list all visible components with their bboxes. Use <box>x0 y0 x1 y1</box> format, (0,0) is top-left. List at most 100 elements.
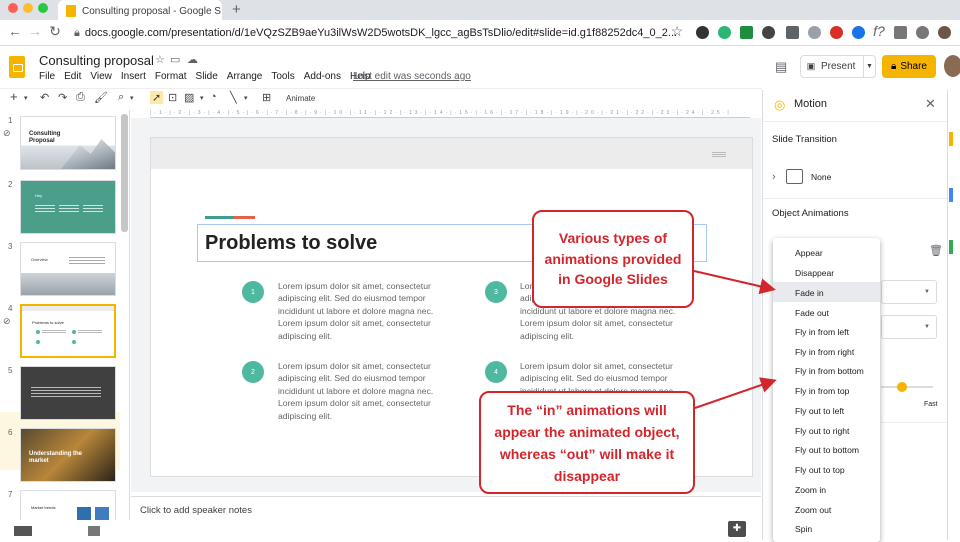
avatar[interactable] <box>944 55 960 77</box>
chevron-down-icon[interactable]: ▾ <box>244 94 248 102</box>
extension-icon[interactable] <box>808 26 821 39</box>
keep-icon[interactable] <box>949 240 953 254</box>
tasks-icon[interactable] <box>949 188 953 202</box>
slide-thumbnail-6[interactable]: Understanding the market <box>20 428 116 482</box>
menu-slide[interactable]: Slide <box>196 71 218 82</box>
slide-thumbnail-5[interactable] <box>20 366 116 420</box>
speaker-notes-placeholder[interactable]: Click to add speaker notes <box>140 505 252 516</box>
slide-thumbnail-4[interactable]: Problems to solve <box>20 304 116 358</box>
chevron-down-icon[interactable]: ▾ <box>200 94 204 102</box>
slide-thumbnail-7[interactable]: Market trends <box>20 490 116 520</box>
calendar-icon[interactable] <box>949 132 953 146</box>
menu-arrange[interactable]: Arrange <box>227 71 263 82</box>
new-slide-icon[interactable]: + <box>10 89 18 104</box>
close-window-icon[interactable] <box>8 3 18 13</box>
zoom-icon[interactable]: ⌕ <box>118 91 124 104</box>
delete-animation-icon[interactable]: 🗑︎ <box>929 244 943 257</box>
grid-view-icon[interactable] <box>14 526 32 536</box>
extension-icon[interactable] <box>696 26 709 39</box>
undo-icon[interactable]: ↶ <box>40 91 49 104</box>
shape-icon[interactable]: ◔ <box>210 91 217 103</box>
option-fly-in-left[interactable]: Fly in from left <box>795 327 849 337</box>
minimize-window-icon[interactable] <box>23 3 33 13</box>
maximize-window-icon[interactable] <box>38 3 48 13</box>
chevron-down-icon[interactable]: ▾ <box>130 94 134 102</box>
transition-value[interactable]: None <box>811 172 831 182</box>
share-button[interactable]: 🔒︎ Share <box>882 55 936 78</box>
option-fly-out-left[interactable]: Fly out to left <box>795 406 844 416</box>
slides-logo-icon[interactable] <box>9 56 25 78</box>
camera-icon[interactable] <box>894 26 907 39</box>
option-fly-in-top[interactable]: Fly in from top <box>795 386 849 396</box>
extension-icon[interactable] <box>786 26 799 39</box>
text-box-icon[interactable]: ⊡ <box>168 91 177 104</box>
extension-icon[interactable] <box>762 26 775 39</box>
filmstrip-scrollbar[interactable] <box>121 114 128 232</box>
menu-view[interactable]: View <box>90 71 112 82</box>
extension-icon[interactable] <box>852 26 865 39</box>
option-disappear[interactable]: Disappear <box>795 268 834 278</box>
animation-type-select[interactable]: ▼ <box>881 280 937 304</box>
url-bar[interactable]: 🔒︎ docs.google.com/presentation/d/1eVQzS… <box>74 23 680 43</box>
extension-icon[interactable] <box>916 26 929 39</box>
filmstrip-view-icon[interactable] <box>88 526 100 536</box>
sheets-extension-icon[interactable] <box>740 26 753 39</box>
formula-extension-icon[interactable]: f? <box>870 23 888 39</box>
option-fade-out[interactable]: Fade out <box>795 308 829 318</box>
option-zoom-out[interactable]: Zoom out <box>795 505 831 515</box>
new-tab-button[interactable]: + <box>232 1 241 18</box>
present-button[interactable]: ▣ Present ▼ <box>800 55 876 78</box>
explore-icon[interactable]: ✚ <box>728 521 746 537</box>
image-icon[interactable]: ▨ <box>184 91 194 104</box>
option-fly-out-bottom[interactable]: Fly out to bottom <box>795 445 859 455</box>
menu-format[interactable]: Format <box>155 71 187 82</box>
select-cursor-icon[interactable]: ➚ <box>150 91 164 104</box>
speed-slider-handle[interactable] <box>897 382 907 392</box>
reload-icon[interactable]: ↻ <box>46 23 64 40</box>
menu-edit[interactable]: Edit <box>64 71 81 82</box>
animate-button[interactable]: Animate <box>286 94 315 103</box>
option-spin[interactable]: Spin <box>795 524 812 534</box>
animation-trigger-select[interactable]: ▼ <box>881 315 937 339</box>
paint-format-icon[interactable]: 🖌︎ <box>94 91 108 104</box>
option-appear[interactable]: Appear <box>795 248 823 258</box>
option-fly-in-right[interactable]: Fly in from right <box>795 347 854 357</box>
star-icon[interactable]: ☆ <box>155 53 165 66</box>
present-dropdown-icon[interactable]: ▼ <box>863 56 875 77</box>
back-icon[interactable]: ← <box>6 23 24 39</box>
redo-icon[interactable]: ↷ <box>58 91 67 104</box>
slide-title[interactable]: Problems to solve <box>205 232 377 255</box>
menu-insert[interactable]: Insert <box>121 71 146 82</box>
last-edit-link[interactable]: Last edit was seconds ago <box>353 71 471 82</box>
document-title[interactable]: Consulting proposal <box>39 53 154 68</box>
chevron-down-icon[interactable]: ▾ <box>24 94 28 102</box>
slide-thumbnail-1[interactable]: Consulting Proposal <box>20 116 116 170</box>
line-icon[interactable]: ╲ <box>230 91 237 104</box>
body-text[interactable]: Lorem ipsum dolor sit amet, consectetur … <box>278 360 450 422</box>
body-text[interactable]: Lorem ipsum dolor sit amet, consectetur … <box>278 280 450 342</box>
option-fly-out-top[interactable]: Fly out to top <box>795 465 845 475</box>
extension-icon[interactable] <box>830 26 843 39</box>
option-fly-in-bottom[interactable]: Fly in from bottom <box>795 366 864 376</box>
grammarly-icon[interactable] <box>718 26 731 39</box>
animation-type-dropdown[interactable]: Appear Disappear Fade in Fade out Fly in… <box>773 238 880 542</box>
speaker-notes[interactable]: Click to add speaker notes ✚ <box>131 496 761 540</box>
option-zoom-in[interactable]: Zoom in <box>795 485 826 495</box>
menu-addons[interactable]: Add-ons <box>304 71 341 82</box>
move-folder-icon[interactable]: ▭ <box>170 53 180 66</box>
menu-file[interactable]: File <box>39 71 55 82</box>
menu-tools[interactable]: Tools <box>271 71 294 82</box>
close-icon[interactable]: ✕ <box>925 96 936 112</box>
print-icon[interactable]: ⎙ <box>76 91 85 104</box>
bookmark-star-icon[interactable]: ☆ <box>668 23 686 40</box>
forward-icon[interactable]: → <box>26 23 44 39</box>
chevron-right-icon[interactable]: › <box>772 171 776 183</box>
profile-avatar[interactable] <box>938 26 951 39</box>
slide-thumbnail-2[interactable]: Hey <box>20 180 116 234</box>
comment-add-icon[interactable]: ⊞ <box>262 91 271 104</box>
comment-history-icon[interactable]: ▤ <box>775 59 787 75</box>
option-fly-out-right[interactable]: Fly out to right <box>795 426 849 436</box>
speed-slider-track[interactable] <box>881 386 933 388</box>
option-fade-in[interactable]: Fade in <box>795 288 824 298</box>
slide-thumbnail-3[interactable]: Overview <box>20 242 116 296</box>
